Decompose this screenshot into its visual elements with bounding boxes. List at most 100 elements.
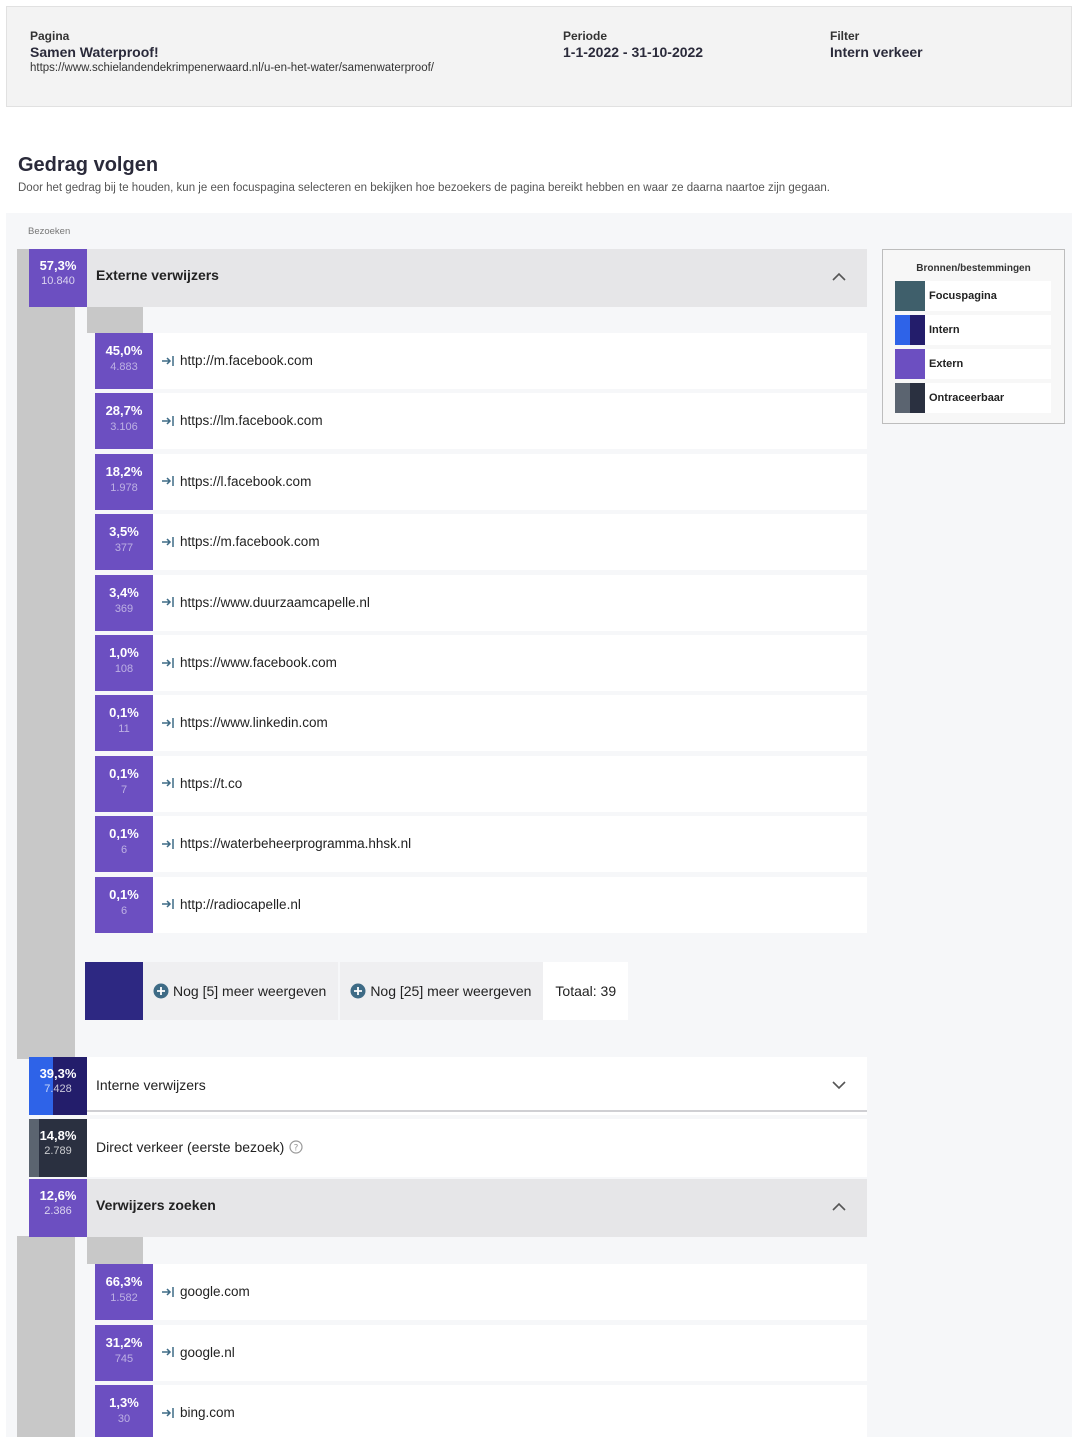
source-count: 108 [114,663,134,675]
source-count: 3.106 [110,421,138,434]
plus-circle-icon [350,983,366,999]
enter-arrow-icon [162,778,174,789]
flow-stripe-extern-top [87,307,143,333]
source-link[interactable]: http://m.facebook.com [161,353,313,368]
group-percentage: 12,6% [39,1188,77,1203]
enter-arrow-icon [162,1407,174,1418]
group-badge: 39,3% 7.428 [29,1057,87,1115]
source-row-www-facebook-com[interactable]: 1,0% 108 https://www.facebook.com [95,635,867,691]
filter-column: Filter Intern verkeer [830,29,923,60]
source-row-radiocapelle-nl[interactable]: 0,1% 6 http://radiocapelle.nl [95,876,867,933]
show-25-more-button[interactable]: Nog [25] meer weergeven [340,962,544,1020]
source-percentage: 45,0% [105,343,143,358]
group-badge: 57,3% 10.840 [29,249,87,307]
filter-value: Intern verkeer [830,44,923,60]
legend-item-extern: Extern [895,349,1051,379]
legend-item-ontraceerbaar: Ontraceerbaar [895,383,1051,413]
source-link[interactable]: https://www.linkedin.com [161,715,328,730]
source-row-waterbeheerprogramma-hhsk-nl[interactable]: 0,1% 6 https://waterbeheerprogramma.hhsk.n… [95,816,867,873]
legend-label: Focuspagina [929,290,997,302]
source-row-www-duurzaamcapelle-nl[interactable]: 3,4% 369 https://www.duurzaamcapelle.nl [95,574,867,631]
chevron-down-icon[interactable] [831,1077,847,1093]
source-badge: 0,1% 6 [95,816,153,873]
source-count: 1.582 [110,1292,138,1304]
chevron-up-icon[interactable] [831,269,847,285]
total-count: Totaal: 39 [543,962,629,1020]
group-interne-verwijzers[interactable]: 39,3% 7.428 Interne verwijzers [29,1057,867,1115]
source-url: https://m.facebook.com [180,534,320,550]
group-externe-verwijzers[interactable]: 57,3% 10.840 Externe verwijzers [29,249,867,307]
plus-circle-icon [153,983,169,999]
source-row-google-nl[interactable]: 31,2% 745 google.nl [95,1324,867,1381]
source-url: https://www.linkedin.com [180,715,328,731]
source-url: bing.com [180,1405,235,1420]
source-count: 7 [120,783,128,796]
source-badge: 31,2% 745 [95,1324,153,1381]
source-badge: 3,4% 369 [95,574,153,631]
source-badge: 45,0% 4.883 [95,333,153,389]
legend-panel: Bronnen/bestemmingen Focuspagina Intern Ex… [882,249,1065,424]
group-percentage: 14,8% [39,1128,77,1143]
enter-arrow-icon [162,355,174,366]
source-row-m-facebook-com[interactable]: 3,5% 377 https://m.facebook.com [95,514,867,571]
enter-arrow-icon [162,536,174,547]
source-link[interactable]: google.com [161,1284,250,1299]
group-title: Verwijzers zoeken [96,1197,216,1213]
flow-stripe-search [17,1236,75,1437]
source-link[interactable]: https://www.duurzaamcapelle.nl [161,595,370,610]
source-badge: 18,2% 1.978 [95,453,153,510]
source-link[interactable]: https://t.co [161,776,242,791]
enter-arrow-icon [162,415,174,426]
source-row-lm-facebook-com[interactable]: 28,7% 3.106 https://lm.facebook.com [95,393,867,450]
more-row: Nog [5] meer weergeven Nog [25] meer wee… [85,962,629,1020]
source-url: https://l.facebook.com [180,473,312,489]
source-url: https://lm.facebook.com [180,413,323,429]
source-row-www-linkedin-com[interactable]: 0,1% 11 https://www.linkedin.com [95,695,867,752]
source-link[interactable]: https://l.facebook.com [161,474,311,489]
source-count: 745 [114,1352,134,1365]
source-count: 6 [120,844,128,857]
source-percentage: 66,3% [105,1274,143,1289]
source-link[interactable]: https://waterbeheerprogramma.hhsk.nl [161,836,411,851]
group-title-wrap: Direct verkeer (eerste bezoek) ? [96,1139,303,1155]
group-title: Direct verkeer (eerste bezoek) [96,1139,285,1155]
source-url: google.nl [180,1344,235,1360]
legend-label: Ontraceerbaar [929,392,1005,404]
enter-arrow-icon [162,476,174,487]
group-verwijzers-zoeken[interactable]: 12,6% 2.386 Verwijzers zoeken [29,1179,867,1237]
source-count: 377 [114,542,134,555]
source-row-t-co[interactable]: 0,1% 7 https://t.co [95,755,867,812]
legend-title: Bronnen/bestemmingen [916,263,1031,274]
group-divider [87,1110,867,1112]
source-row-bing-com[interactable]: 1,3% 30 bing.com [95,1385,867,1437]
section-title: Gedrag volgen [18,154,159,176]
source-percentage: 1,3% [109,1395,139,1410]
legend-label: Intern [929,324,960,336]
show-5-more-button[interactable]: Nog [5] meer weergeven [143,962,339,1020]
source-url: https://waterbeheerprogramma.hhsk.nl [180,836,412,852]
source-badge: 0,1% 11 [95,695,153,752]
help-icon[interactable]: ? [289,1140,303,1154]
group-title: Interne verwijzers [96,1077,206,1093]
legend-swatch [895,349,925,379]
source-percentage: 3,5% [109,524,139,540]
source-url: http://radiocapelle.nl [180,896,301,912]
source-link[interactable]: bing.com [161,1405,235,1420]
source-link[interactable]: https://www.facebook.com [161,655,337,670]
section-description: Door het gedrag bij te houden, kun je ee… [18,182,830,194]
source-row-google-com[interactable]: 66,3% 1.582 google.com [95,1264,867,1320]
legend-swatch [895,281,925,311]
source-percentage: 31,2% [105,1334,143,1350]
chevron-up-icon[interactable] [831,1199,847,1215]
source-row-m-facebook-com[interactable]: 45,0% 4.883 http://m.facebook.com [95,333,867,389]
group-count: 2.789 [44,1145,72,1157]
show-25-more-label: Nog [25] meer weergeven [370,983,532,999]
source-link[interactable]: http://radiocapelle.nl [161,897,301,912]
source-link[interactable]: https://m.facebook.com [161,534,320,549]
source-link[interactable]: https://lm.facebook.com [161,413,323,428]
source-link[interactable]: google.nl [161,1345,235,1360]
source-percentage: 0,1% [109,886,139,902]
more-swatch [85,962,143,1020]
source-row-l-facebook-com[interactable]: 18,2% 1.978 https://l.facebook.com [95,453,867,510]
legend-swatch [895,315,925,345]
